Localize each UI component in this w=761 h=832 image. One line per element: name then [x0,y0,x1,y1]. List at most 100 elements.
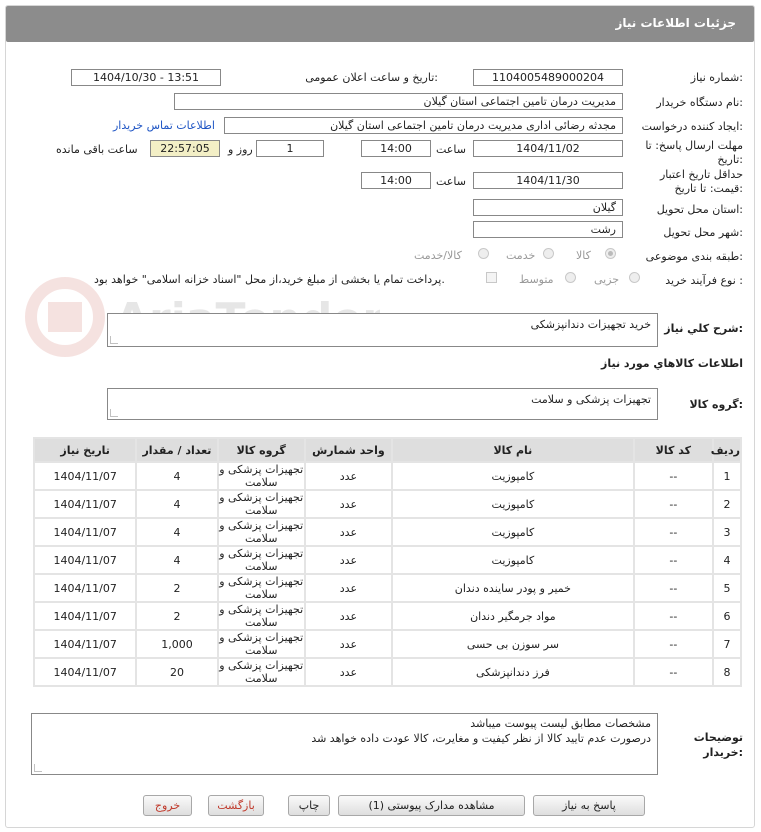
table-row: 2 -- کامپوزیت عدد تجهیزات پزشکی و سلامت … [35,491,740,517]
resize-grip-icon[interactable] [110,409,118,417]
buyer-notes-label: توضیحات [693,731,743,744]
treasury-payment-checkbox[interactable] [486,272,497,283]
buyer-org-label: نام دستگاه خریدار: [656,96,743,109]
goods-group-textarea[interactable]: تجهیزات پزشکی و سلامت [107,388,658,420]
item-group: تجهیزات پزشکی و سلامت [218,547,304,573]
item-unit: عدد [305,575,392,601]
city-label: شهر محل تحویل: [663,226,743,239]
item-quantity: 4 [137,547,217,573]
resize-grip-icon[interactable] [110,336,118,344]
item-name: کامپوزیت [393,519,633,545]
category-label: طبقه بندی موضوعی: [645,250,743,263]
back-button[interactable]: بازگشت [208,795,264,816]
item-group: تجهیزات پزشکی و سلامت [218,659,304,685]
table-row: 3 -- کامپوزیت عدد تجهیزات پزشکی و سلامت … [35,519,740,545]
goods-group-text: تجهیزات پزشکی و سلامت [531,393,651,406]
process-option-medium: متوسط [519,273,554,286]
col-header-quantity: تعداد / مقدار [137,439,217,461]
item-group: تجهیزات پزشکی و سلامت [218,519,304,545]
row-number: 5 [713,575,740,601]
view-attachments-button[interactable]: مشاهده مدارک پیوستی (1) [338,795,525,816]
print-button[interactable]: چاپ [288,795,330,816]
col-header-need-date: تاریخ نیاز [35,439,136,461]
title-bar: جزئیات اطلاعات نیاز [6,6,754,42]
process-radio-medium[interactable] [565,272,576,283]
row-number: 1 [713,463,740,489]
table-row: 4 -- کامپوزیت عدد تجهیزات پزشکی و سلامت … [35,547,740,573]
col-header-unit: واحد شمارش [305,439,392,461]
col-header-row-number: ردیف [711,439,740,461]
item-quantity: 4 [137,491,217,517]
remaining-time-field: 22:57:05 [150,140,220,157]
contact-info-link[interactable]: اطلاعات تماس خریدار [113,119,215,132]
category-option-goods: کالا [576,249,591,262]
summary-textarea[interactable]: خرید تجهیزات دندانپزشکی [107,313,658,347]
item-name: سر سوزن بی حسی [393,631,633,657]
item-need-date: 1404/11/07 [35,631,136,657]
item-need-date: 1404/11/07 [35,659,136,685]
item-code: -- [634,575,712,601]
deadline-label-date: تاریخ: [717,153,743,166]
remaining-label: ساعت باقی مانده [56,143,138,156]
reply-button[interactable]: پاسخ به نیاز [533,795,645,816]
item-unit: عدد [305,631,392,657]
item-group: تجهیزات پزشکی و سلامت [218,463,304,489]
exit-button[interactable]: خروج [143,795,192,816]
item-code: -- [634,519,712,545]
category-radio-service[interactable] [543,248,554,259]
province-field: گیلان [473,199,623,216]
item-name: کامپوزیت [393,463,633,489]
category-radio-goods[interactable] [605,248,616,259]
deadline-time-field: 14:00 [361,140,431,157]
deadline-label: مهلت ارسال پاسخ: تا [645,139,743,152]
creator-label: ایجاد کننده درخواست: [641,120,743,133]
item-unit: عدد [305,603,392,629]
item-quantity: 4 [137,519,217,545]
item-code: -- [634,659,712,685]
process-radio-minor[interactable] [629,272,640,283]
row-number: 4 [713,547,740,573]
buyer-notes-textarea[interactable]: مشخصات مطابق لیست پیوست میباشد درصورت عد… [31,713,658,775]
validity-time-label: ساعت [436,175,466,188]
days-field: 1 [256,140,324,157]
col-header-item-name: نام کالا [393,439,633,461]
item-group: تجهیزات پزشکی و سلامت [218,575,304,601]
item-code: -- [634,631,712,657]
days-label: روز و [228,143,253,156]
item-need-date: 1404/11/07 [35,575,136,601]
item-code: -- [634,463,712,489]
buyer-notes-line-2: درصورت عدم تایید کالا از نظر کیفیت و مغا… [311,732,651,745]
buyer-org-field: مدیریت درمان تامین اجتماعی استان گیلان [174,93,623,110]
item-name: خمیر و پودر ساینده دندان [393,575,633,601]
item-group: تجهیزات پزشکی و سلامت [218,631,304,657]
announce-label: تاریخ و ساعت اعلان عمومی: [305,71,438,84]
announce-field: 1404/10/30 - 13:51 [71,69,221,86]
page-title: جزئیات اطلاعات نیاز [615,16,736,30]
row-number: 7 [713,631,740,657]
item-unit: عدد [305,659,392,685]
item-quantity: 2 [137,603,217,629]
summary-label: شرح کلي نیاز: [664,322,743,335]
table-row: 5 -- خمیر و پودر ساینده دندان عدد تجهیزا… [35,575,740,601]
row-number: 6 [713,603,740,629]
item-code: -- [634,547,712,573]
item-quantity: 20 [137,659,217,685]
treasury-payment-note: پرداخت تمام یا بخشی از مبلغ خرید،از محل … [94,273,445,286]
creator-field: مجدثه رضائی اداری مدیریت درمان تامین اجت… [224,117,623,134]
item-quantity: 4 [137,463,217,489]
item-need-date: 1404/11/07 [35,463,136,489]
need-number-label: شماره نیاز: [690,71,743,84]
deadline-date-field: 1404/11/02 [473,140,623,157]
row-number: 8 [713,659,740,685]
table-header-row: ردیف کد کالا نام کالا واحد شمارش گروه کا… [35,439,740,461]
item-code: -- [634,491,712,517]
item-name: مواد جرمگیر دندان [393,603,633,629]
item-unit: عدد [305,463,392,489]
item-unit: عدد [305,491,392,517]
deadline-time-label: ساعت [436,143,466,156]
category-option-service: خدمت [506,249,536,262]
resize-grip-icon[interactable] [34,764,42,772]
table-row: 6 -- مواد جرمگیر دندان عدد تجهیزات پزشکی… [35,603,740,629]
category-radio-goods-service[interactable] [478,248,489,259]
row-number: 3 [713,519,740,545]
